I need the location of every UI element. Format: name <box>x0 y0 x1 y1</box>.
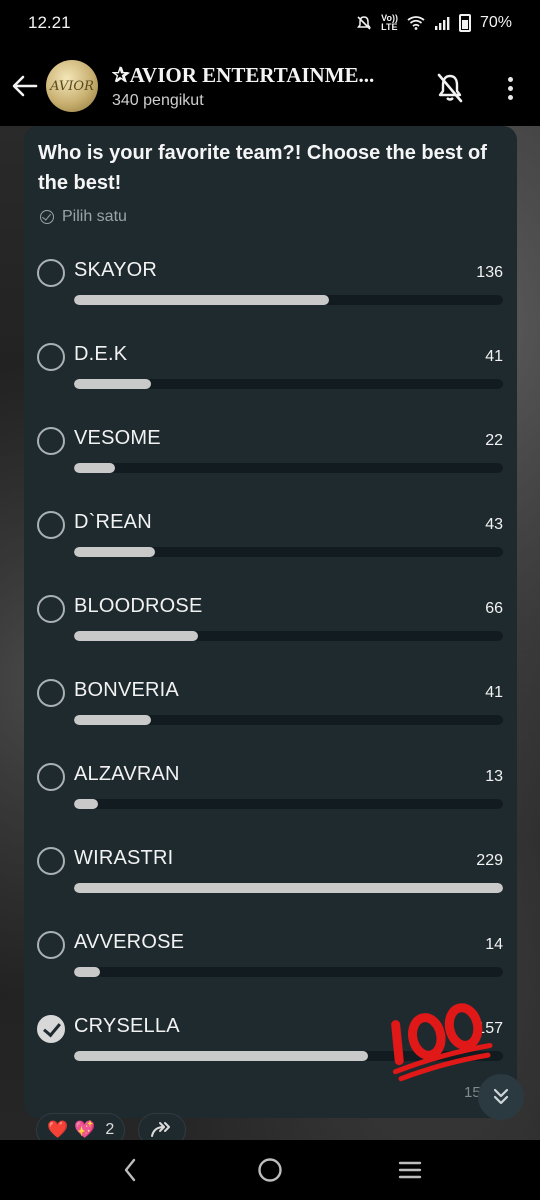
poll-question: Who is your favorite team?! Choose the b… <box>38 142 487 194</box>
mute-status-icon <box>357 16 372 30</box>
vote-bar-fill <box>74 463 116 473</box>
forward-icon <box>151 1122 170 1137</box>
poll-option-count: 22 <box>485 432 503 449</box>
poll-hint-label: Pilih satu <box>62 208 127 225</box>
channel-avatar[interactable]: AVIOR <box>46 60 98 112</box>
radio-unchecked-icon[interactable] <box>37 511 65 539</box>
volte-icon: Vo)) LTE <box>381 13 398 32</box>
dot <box>507 76 513 82</box>
poll-option-count: 13 <box>485 768 503 785</box>
poll-option[interactable]: VESOME 22 <box>24 424 517 508</box>
vote-bar-fill <box>74 547 155 557</box>
status-bar: 12.21 Vo)) LTE 70% <box>0 0 540 46</box>
poll-option-label: VESOME <box>74 427 161 449</box>
poll-option-count: 229 <box>476 852 503 869</box>
poll-card: Who is your favorite team?! Choose the b… <box>24 126 517 1118</box>
mute-notifications-button[interactable] <box>430 68 470 108</box>
radio-unchecked-icon[interactable] <box>37 763 65 791</box>
poll-option[interactable]: ALZAVRAN 13 <box>24 760 517 844</box>
vote-bar-fill <box>74 379 151 389</box>
battery-percent: 70% <box>479 14 512 31</box>
poll-option-label: CRYSELLA <box>74 1015 180 1037</box>
poll-option[interactable]: SKAYOR 136 <box>24 256 517 340</box>
channel-info[interactable]: ✰AVIOR ENTERTAINME... 340 pengikut <box>112 63 422 110</box>
poll-option-count: 14 <box>485 936 503 953</box>
nav-back-button[interactable] <box>105 1145 155 1195</box>
channel-name: ✰AVIOR ENTERTAINME... <box>112 62 375 87</box>
vote-bar-track <box>74 547 503 557</box>
poll-option-label: D.E.K <box>74 343 128 365</box>
poll-option[interactable]: WIRASTRI 229 <box>24 844 517 928</box>
vote-bar-track <box>74 883 503 893</box>
vote-bar-track <box>74 967 503 977</box>
dot <box>507 94 513 100</box>
back-button[interactable] <box>2 63 48 109</box>
vote-bar-fill <box>74 799 99 809</box>
more-options-button[interactable] <box>496 70 524 106</box>
radio-unchecked-icon[interactable] <box>37 427 65 455</box>
double-chevron-down-icon <box>493 1088 509 1105</box>
radio-unchecked-icon[interactable] <box>37 931 65 959</box>
poll-option-count: 136 <box>476 264 503 281</box>
poll-option-label: D`REAN <box>74 511 152 533</box>
nav-home-button[interactable] <box>245 1145 295 1195</box>
channel-header: AVIOR ✰AVIOR ENTERTAINME... 340 pengikut <box>0 46 540 126</box>
radio-unchecked-icon[interactable] <box>37 343 65 371</box>
poll-option-count: 41 <box>485 684 503 701</box>
vote-bar-fill <box>74 631 198 641</box>
follower-count: 340 pengikut <box>112 91 204 109</box>
poll-option[interactable]: D`REAN 43 <box>24 508 517 592</box>
vote-bar-track <box>74 295 503 305</box>
vote-bar-track <box>74 715 503 725</box>
vote-bar-fill <box>74 967 101 977</box>
red-heart-icon: ❤️ <box>47 1120 69 1139</box>
vote-bar-fill <box>74 883 503 893</box>
poll-option[interactable]: BLOODROSE 66 <box>24 592 517 676</box>
system-nav-bar <box>0 1140 540 1200</box>
recents-icon <box>398 1161 422 1179</box>
radio-unchecked-icon[interactable] <box>37 679 65 707</box>
scroll-to-bottom-button[interactable] <box>478 1074 524 1120</box>
radio-checked-icon[interactable] <box>37 1015 65 1043</box>
nav-recents-button[interactable] <box>385 1145 435 1195</box>
reaction-count: 2 <box>105 1121 115 1138</box>
vote-bar-fill <box>74 1051 369 1061</box>
sparkling-heart-icon: 💖 <box>74 1120 96 1139</box>
vote-bar-fill <box>74 295 329 305</box>
poll-option-label: BLOODROSE <box>74 595 203 617</box>
vote-bar-fill <box>74 715 151 725</box>
battery-icon <box>458 14 471 32</box>
poll-hint: Pilih satu <box>40 208 127 226</box>
poll-option-label: AVVEROSE <box>74 931 185 953</box>
radio-unchecked-icon[interactable] <box>37 259 65 287</box>
poll-option-label: ALZAVRAN <box>74 763 180 785</box>
vote-bar-track <box>74 631 503 641</box>
poll-option[interactable]: D.E.K 41 <box>24 340 517 424</box>
arrow-left-icon <box>12 75 38 97</box>
poll-option[interactable]: AVVEROSE 14 <box>24 928 517 1012</box>
bell-off-icon <box>437 73 463 103</box>
vote-bar-track <box>74 379 503 389</box>
status-time: 12.21 <box>28 13 71 32</box>
poll-option-count: 43 <box>485 516 503 533</box>
signal-icon <box>434 17 450 30</box>
chevron-left-icon <box>124 1158 136 1182</box>
poll-option-count: 41 <box>485 348 503 365</box>
radio-unchecked-icon[interactable] <box>37 847 65 875</box>
home-circle-icon <box>258 1158 282 1182</box>
poll-option-label: WIRASTRI <box>74 847 174 869</box>
check-circle-icon <box>40 210 54 224</box>
vote-bar-track <box>74 463 503 473</box>
poll-option-label: BONVERIA <box>74 679 179 701</box>
poll-option-label: SKAYOR <box>74 259 158 281</box>
poll-option[interactable]: BONVERIA 41 <box>24 676 517 760</box>
vote-bar-track <box>74 799 503 809</box>
dot <box>507 85 513 91</box>
radio-unchecked-icon[interactable] <box>37 595 65 623</box>
wifi-icon <box>407 16 425 30</box>
poll-option-count: 66 <box>485 600 503 617</box>
status-icons: Vo)) LTE 70% <box>356 14 512 32</box>
